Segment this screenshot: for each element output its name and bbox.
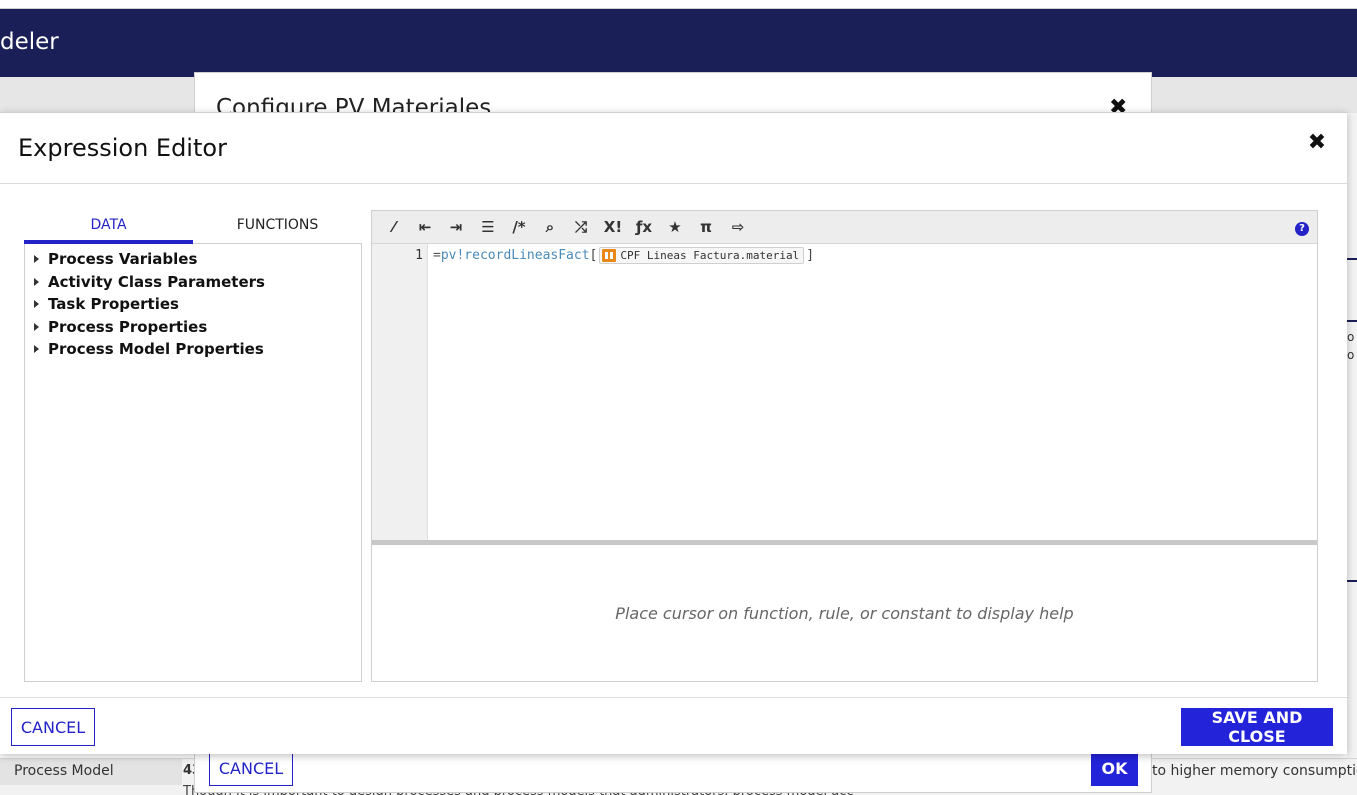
exit-icon[interactable]: ⇨: [726, 216, 750, 238]
background-right-edge: o o: [1347, 113, 1357, 758]
save-and-close-button[interactable]: SAVE AND CLOSE: [1181, 708, 1333, 746]
star-icon[interactable]: ★: [663, 216, 687, 238]
editor-toolbar: ⁄ ⇤ ⇥ ☰ /* ⌕ ⤮ X! ƒx ★ π ⇨ ?: [372, 211, 1317, 244]
configure-ok-button[interactable]: OK: [1091, 751, 1138, 786]
app-header: deler: [0, 9, 1357, 77]
chip-label: CPF Lineas Factura.material: [620, 249, 800, 262]
code-open-bracket: [: [589, 248, 598, 263]
caret-right-icon: [34, 277, 39, 286]
data-functions-tabs: DATA FUNCTIONS: [24, 210, 362, 244]
magic-wand-icon[interactable]: ⁄: [382, 216, 406, 238]
memory-warning-text: to higher memory consumption: [1152, 763, 1357, 779]
expression-editor-footer: CANCEL SAVE AND CLOSE: [0, 697, 1347, 755]
function-icon[interactable]: ƒx: [632, 216, 656, 238]
help-icon[interactable]: ?: [1295, 222, 1309, 236]
record-field-chip[interactable]: CPF Lineas Factura.material: [599, 247, 805, 264]
tree-item-process-properties[interactable]: Process Properties: [25, 316, 361, 339]
outdent-icon[interactable]: ⇤: [413, 216, 437, 238]
close-icon[interactable]: ✖: [1305, 131, 1329, 155]
caret-right-icon: [34, 345, 39, 353]
tree-item-process-model-properties[interactable]: Process Model Properties: [25, 338, 361, 361]
tree-item-task-properties[interactable]: Task Properties: [25, 293, 361, 316]
process-model-label: Process Model: [14, 763, 114, 779]
search-icon[interactable]: ⌕: [538, 216, 562, 238]
configure-cancel-button[interactable]: CANCEL: [209, 751, 293, 786]
code-close-bracket: ]: [806, 248, 815, 263]
pi-icon[interactable]: π: [694, 216, 718, 238]
cancel-button[interactable]: CANCEL: [11, 708, 95, 746]
app-title: deler: [0, 29, 59, 55]
tree-item-label: Process Model Properties: [48, 340, 264, 358]
expression-editor-dialog: Expression Editor ✖ DATA FUNCTIONS Proce…: [0, 112, 1347, 754]
indent-icon[interactable]: ⇥: [444, 216, 468, 238]
record-type-icon: [602, 249, 617, 262]
edge-mark: [1347, 320, 1357, 322]
edge-letter: o: [1347, 330, 1355, 344]
line-number: 1: [415, 248, 423, 263]
caret-right-icon: [34, 255, 39, 263]
edge-mark: [1347, 258, 1357, 260]
dialog-title: Expression Editor: [18, 134, 227, 162]
edge-mark: [1347, 580, 1357, 582]
help-pane: Place cursor on function, rule, or const…: [372, 545, 1317, 681]
test-icon[interactable]: X!: [601, 216, 625, 238]
tree-item-label: Task Properties: [48, 295, 179, 313]
expression-editor-header: Expression Editor ✖: [0, 113, 1347, 184]
code-line[interactable]: = pv!recordLineasFact [ CPF Lineas Factu…: [433, 247, 814, 264]
code-editor: ⁄ ⇤ ⇥ ☰ /* ⌕ ⤮ X! ƒx ★ π ⇨ ? 1 = pv!reco…: [371, 210, 1318, 682]
caret-right-icon: [34, 322, 39, 331]
format-list-icon[interactable]: ☰: [476, 216, 500, 238]
tab-data[interactable]: DATA: [24, 210, 193, 244]
edge-letters: o o: [1347, 328, 1354, 364]
line-number-gutter: 1: [372, 244, 428, 540]
comment-icon[interactable]: /*: [507, 216, 531, 238]
data-tree: Process Variables Activity Class Paramet…: [24, 244, 362, 682]
shuffle-icon[interactable]: ⤮: [569, 216, 593, 238]
browser-top-strip: [0, 0, 1357, 9]
tree-item-label: Process Properties: [48, 317, 208, 336]
tree-item-label: Process Variables: [48, 250, 198, 268]
code-equals: =: [433, 248, 441, 263]
tree-item-label: Activity Class Parameters: [48, 272, 265, 291]
edge-letter: o: [1347, 348, 1355, 362]
code-input-area[interactable]: = pv!recordLineasFact [ CPF Lineas Factu…: [428, 244, 1317, 540]
tab-functions[interactable]: FUNCTIONS: [193, 210, 362, 244]
tree-item-process-variables[interactable]: Process Variables: [25, 248, 361, 271]
help-placeholder-text: Place cursor on function, rule, or const…: [615, 604, 1074, 623]
tree-item-activity-class-parameters[interactable]: Activity Class Parameters: [25, 271, 361, 294]
caret-right-icon: [34, 300, 39, 308]
code-identifier: pv!recordLineasFact: [440, 248, 590, 263]
